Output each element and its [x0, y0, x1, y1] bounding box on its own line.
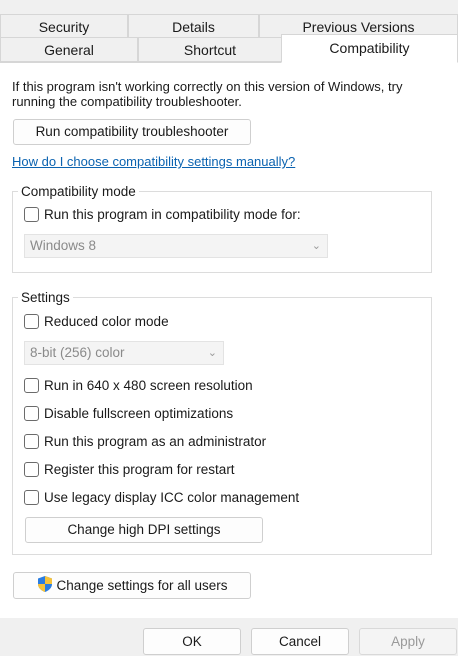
option-label: Use legacy display ICC color management: [44, 490, 300, 505]
checkbox-box[interactable]: [24, 314, 39, 329]
change-all-users-button[interactable]: Change settings for all users: [13, 572, 251, 599]
change-dpi-button[interactable]: Change high DPI settings: [25, 517, 263, 543]
reduced-color-checkbox[interactable]: Reduced color mode: [24, 314, 169, 329]
option-label: Run this program as an administrator: [44, 434, 267, 449]
run-as-admin-checkbox[interactable]: Run this program as an administrator: [24, 434, 266, 449]
checkbox-box[interactable]: [24, 406, 39, 421]
compat-mode-label: Run this program in compatibility mode f…: [44, 207, 301, 222]
dialog-footer: OK Cancel Apply: [0, 618, 458, 656]
disable-fullscreen-opt-checkbox[interactable]: Disable fullscreen optimizations: [24, 406, 233, 421]
change-all-users-label: Change settings for all users: [56, 578, 228, 593]
compatibility-mode-group: Compatibility mode: [12, 184, 432, 273]
reduced-color-label: Reduced color mode: [44, 314, 169, 329]
legacy-icc-checkbox[interactable]: Use legacy display ICC color management: [24, 490, 299, 505]
tab-compatibility[interactable]: Compatibility: [281, 34, 458, 63]
os-version-select[interactable]: Windows 8 ⌄: [24, 234, 328, 258]
compat-mode-checkbox[interactable]: Run this program in compatibility mode f…: [24, 207, 301, 222]
run-troubleshooter-button[interactable]: Run compatibility troubleshooter: [13, 119, 251, 145]
settings-group: Settings: [12, 290, 432, 555]
option-label: Register this program for restart: [44, 462, 235, 477]
checkbox-box[interactable]: [24, 490, 39, 505]
apply-button[interactable]: Apply: [359, 628, 457, 655]
option-label: Run in 640 x 480 screen resolution: [44, 378, 253, 393]
cancel-button[interactable]: Cancel: [251, 628, 349, 655]
tab-shortcut[interactable]: Shortcut: [138, 37, 282, 62]
tab-general[interactable]: General: [0, 37, 138, 62]
color-depth-select[interactable]: 8-bit (256) color ⌄: [24, 341, 224, 365]
compatibility-mode-legend: Compatibility mode: [21, 184, 136, 199]
tab-strip: Security Details Previous Versions Gener…: [0, 0, 458, 63]
run-640x480-checkbox[interactable]: Run in 640 x 480 screen resolution: [24, 378, 253, 393]
color-depth-value: 8-bit (256) color: [30, 345, 125, 360]
option-label: Disable fullscreen optimizations: [44, 406, 234, 421]
os-version-value: Windows 8: [30, 238, 97, 253]
ok-button[interactable]: OK: [143, 628, 241, 655]
shield-icon: [38, 576, 53, 592]
intro-text: If this program isn't working correctly …: [12, 79, 403, 109]
settings-legend: Settings: [21, 290, 70, 305]
checkbox-box[interactable]: [24, 207, 39, 222]
checkbox-box[interactable]: [24, 434, 39, 449]
checkbox-box[interactable]: [24, 462, 39, 477]
chevron-down-icon: ⌄: [311, 240, 321, 252]
register-restart-checkbox[interactable]: Register this program for restart: [24, 462, 235, 477]
compatibility-panel: If this program isn't working correctly …: [0, 62, 458, 619]
tab-security[interactable]: Security: [0, 14, 128, 38]
compatibility-help-link[interactable]: How do I choose compatibility settings m…: [12, 154, 295, 169]
chevron-down-icon: ⌄: [207, 347, 217, 359]
tab-details[interactable]: Details: [128, 14, 259, 38]
checkbox-box[interactable]: [24, 378, 39, 393]
